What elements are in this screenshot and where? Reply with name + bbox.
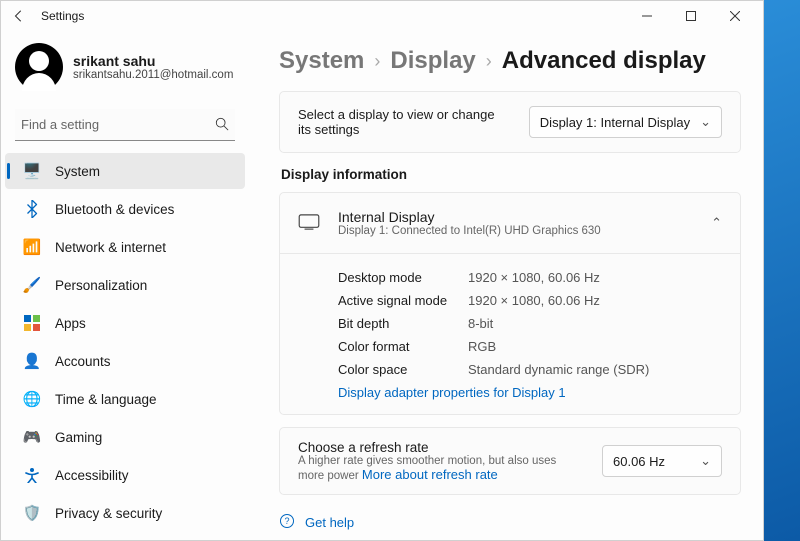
refresh-subtitle: A higher rate gives smoother motion, but… — [298, 455, 584, 482]
crumb-current: Advanced display — [502, 47, 706, 75]
nav-icon: 🌐 — [23, 390, 41, 408]
section-heading: Display information — [281, 167, 741, 182]
detail-row: Desktop mode1920 × 1080, 60.06 Hz — [338, 266, 722, 289]
sidebar: srikant sahu srikantsahu.2011@hotmail.co… — [1, 31, 251, 540]
nav-label: Time & language — [55, 392, 157, 407]
nav-list: 🖥️ System Bluetooth & devices 📶 Network & in… — [5, 153, 245, 531]
avatar — [15, 43, 63, 91]
chevron-down-icon: ⌄ — [700, 453, 711, 469]
nav-icon: 📶 — [23, 238, 41, 256]
get-help-row[interactable]: ? Get help — [279, 513, 741, 538]
dropdown-value: Display 1: Internal Display — [540, 115, 690, 130]
maximize-button[interactable] — [669, 2, 713, 30]
get-help-link[interactable]: Get help — [305, 515, 354, 530]
sidebar-item-apps[interactable]: Apps — [5, 305, 245, 341]
crumb-system[interactable]: System — [279, 47, 364, 75]
nav-icon: 🖌️ — [23, 276, 41, 294]
nav-label: Bluetooth & devices — [55, 202, 174, 217]
adapter-properties-link[interactable]: Display adapter properties for Display 1 — [338, 385, 566, 400]
select-display-card: Select a display to view or change its s… — [279, 91, 741, 153]
sidebar-item-privacy-security[interactable]: 🛡️ Privacy & security — [5, 495, 245, 531]
display-details: Desktop mode1920 × 1080, 60.06 HzActive … — [279, 254, 741, 415]
chevron-down-icon: ⌄ — [700, 114, 711, 130]
nav-label: Personalization — [55, 278, 147, 293]
detail-row: Color formatRGB — [338, 335, 722, 358]
crumb-display[interactable]: Display — [390, 47, 475, 75]
refresh-rate-dropdown[interactable]: 60.06 Hz ⌄ — [602, 445, 722, 477]
window-title: Settings — [41, 9, 625, 23]
detail-label: Color space — [338, 362, 468, 377]
detail-value: 8-bit — [468, 316, 493, 331]
nav-label: Network & internet — [55, 240, 166, 255]
sidebar-item-personalization[interactable]: 🖌️ Personalization — [5, 267, 245, 303]
display-title: Internal Display — [338, 209, 711, 225]
breadcrumb: System › Display › Advanced display — [279, 47, 741, 75]
detail-row: Active signal mode1920 × 1080, 60.06 Hz — [338, 289, 722, 312]
titlebar: Settings — [1, 1, 763, 31]
nav-label: Apps — [55, 316, 86, 331]
minimize-button[interactable] — [625, 2, 669, 30]
detail-label: Color format — [338, 339, 468, 354]
sidebar-item-accounts[interactable]: 👤 Accounts — [5, 343, 245, 379]
close-button[interactable] — [713, 2, 757, 30]
refresh-rate-card: Choose a refresh rate A higher rate give… — [279, 427, 741, 495]
nav-label: Accounts — [55, 354, 111, 369]
detail-value: 1920 × 1080, 60.06 Hz — [468, 293, 600, 308]
sidebar-item-bluetooth-devices[interactable]: Bluetooth & devices — [5, 191, 245, 227]
nav-label: System — [55, 164, 100, 179]
chevron-right-icon: › — [486, 51, 492, 72]
sidebar-item-system[interactable]: 🖥️ System — [5, 153, 245, 189]
nav-icon: 🛡️ — [23, 504, 41, 522]
nav-label: Accessibility — [55, 468, 129, 483]
chevron-right-icon: › — [374, 51, 380, 72]
help-icon: ? — [279, 513, 295, 532]
detail-label: Desktop mode — [338, 270, 468, 285]
search-icon — [215, 117, 229, 134]
display-info-expander[interactable]: Internal Display Display 1: Connected to… — [279, 192, 741, 254]
search-input[interactable] — [15, 109, 235, 141]
chevron-up-icon: ⌃ — [711, 215, 722, 231]
display-dropdown[interactable]: Display 1: Internal Display ⌄ — [529, 106, 722, 138]
detail-label: Active signal mode — [338, 293, 468, 308]
nav-icon: 🖥️ — [23, 162, 41, 180]
detail-row: Color spaceStandard dynamic range (SDR) — [338, 358, 722, 381]
nav-icon: 👤 — [23, 352, 41, 370]
settings-window: Settings srikant sahu srikantsahu.2011@h… — [0, 0, 764, 541]
profile-block[interactable]: srikant sahu srikantsahu.2011@hotmail.co… — [5, 39, 245, 101]
back-button[interactable] — [7, 4, 31, 28]
monitor-icon — [298, 214, 320, 233]
nav-icon: 🎮 — [23, 428, 41, 446]
sidebar-item-accessibility[interactable]: Accessibility — [5, 457, 245, 493]
nav-icon — [23, 200, 41, 218]
detail-row: Bit depth8-bit — [338, 312, 722, 335]
sidebar-item-time-language[interactable]: 🌐 Time & language — [5, 381, 245, 417]
refresh-title: Choose a refresh rate — [298, 440, 584, 455]
nav-label: Gaming — [55, 430, 102, 445]
detail-label: Bit depth — [338, 316, 468, 331]
detail-value: RGB — [468, 339, 496, 354]
sidebar-item-network-internet[interactable]: 📶 Network & internet — [5, 229, 245, 265]
profile-email: srikantsahu.2011@hotmail.com — [73, 69, 233, 81]
profile-name: srikant sahu — [73, 53, 233, 69]
detail-value: 1920 × 1080, 60.06 Hz — [468, 270, 600, 285]
display-subtitle: Display 1: Connected to Intel(R) UHD Gra… — [338, 225, 711, 237]
sidebar-item-gaming[interactable]: 🎮 Gaming — [5, 419, 245, 455]
nav-icon — [23, 314, 41, 332]
svg-text:?: ? — [284, 516, 289, 526]
select-display-label: Select a display to view or change its s… — [298, 107, 511, 137]
main-content: System › Display › Advanced display Sele… — [251, 31, 763, 540]
nav-label: Privacy & security — [55, 506, 162, 521]
refresh-value: 60.06 Hz — [613, 454, 665, 469]
nav-icon — [23, 466, 41, 484]
detail-value: Standard dynamic range (SDR) — [468, 362, 649, 377]
refresh-more-link[interactable]: More about refresh rate — [362, 467, 498, 482]
search-box — [15, 109, 235, 141]
